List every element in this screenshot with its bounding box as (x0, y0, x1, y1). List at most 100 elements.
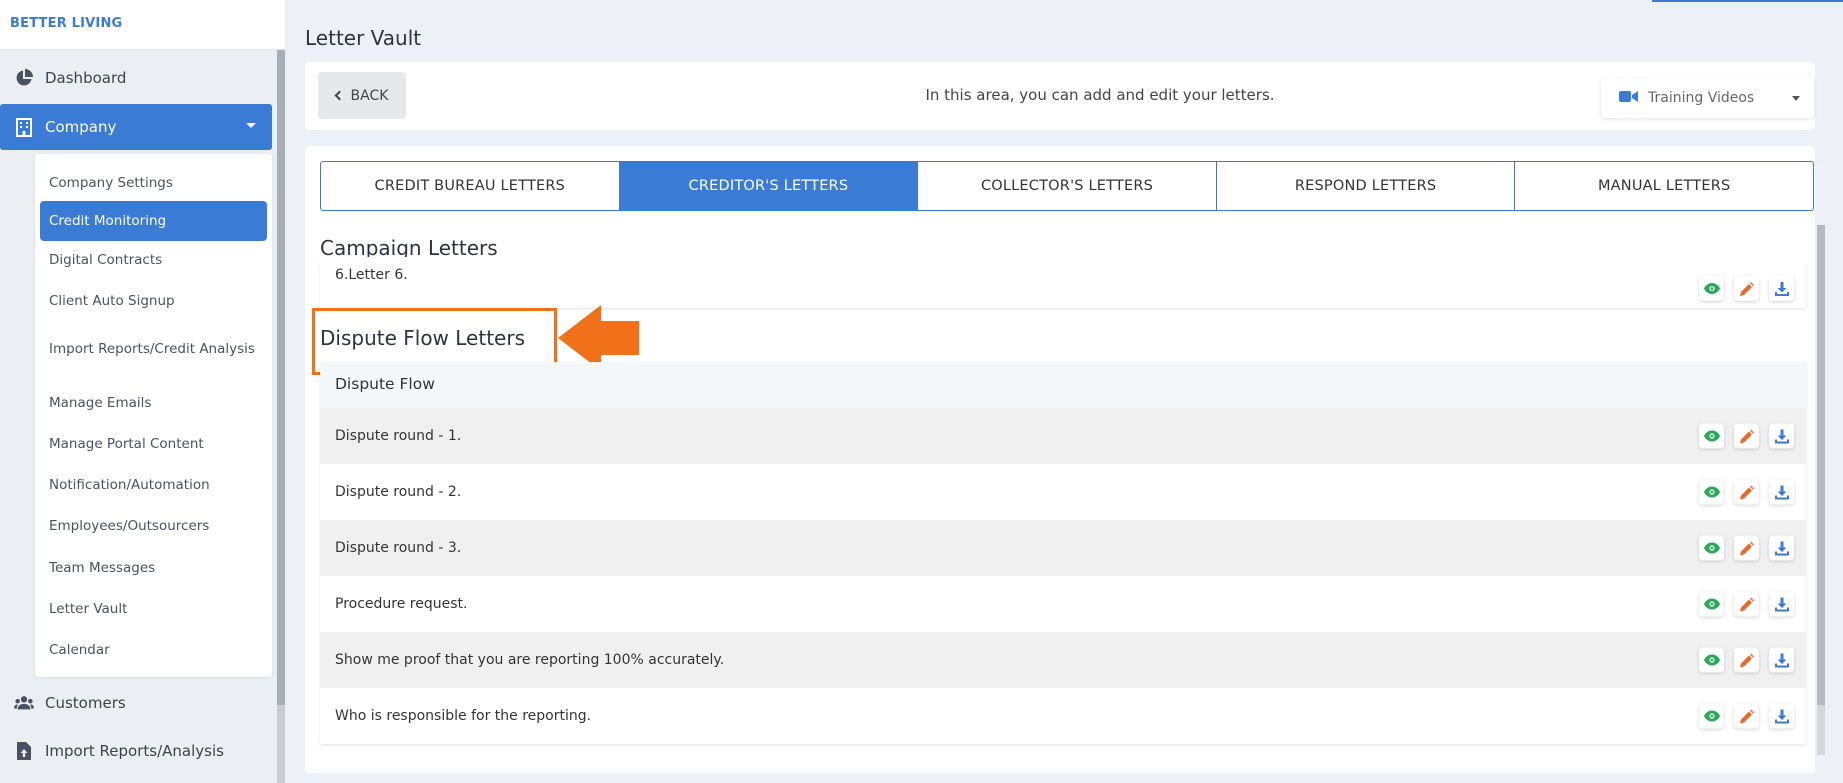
chevron-down-icon (246, 123, 256, 128)
edit-button[interactable] (1734, 535, 1759, 561)
edit-button[interactable] (1734, 479, 1759, 505)
sidebar-scrollbar[interactable] (277, 50, 285, 783)
download-icon (1774, 653, 1789, 667)
sidebar-item-customers[interactable]: Customers (0, 681, 272, 725)
tab-manual-letters[interactable]: MANUAL LETTERS (1515, 162, 1813, 210)
tab-collectors-letters[interactable]: COLLECTOR'S LETTERS (918, 162, 1217, 210)
letter-name: Dispute round - 2. (335, 484, 462, 500)
edit-button[interactable] (1734, 591, 1759, 617)
edit-button[interactable] (1734, 703, 1759, 729)
download-icon (1774, 597, 1789, 611)
tab-respond-letters[interactable]: RESPOND LETTERS (1217, 162, 1516, 210)
submenu-item-team-messages[interactable]: Team Messages (40, 551, 267, 585)
users-icon (14, 693, 34, 713)
training-videos-dropdown[interactable]: Training Videos (1601, 78, 1814, 118)
sidebar-item-company[interactable]: Company (0, 104, 272, 150)
letter-name: Procedure request. (335, 596, 468, 612)
submenu-item-calendar[interactable]: Calendar (40, 633, 267, 667)
view-button[interactable] (1699, 276, 1724, 301)
submenu-item-manage-emails[interactable]: Manage Emails (40, 386, 267, 420)
table-row: Procedure request. (320, 576, 1806, 632)
pencil-icon (1739, 653, 1754, 667)
view-button[interactable] (1699, 479, 1724, 505)
edit-button[interactable] (1734, 423, 1759, 449)
eye-icon (1703, 430, 1720, 442)
eye-icon (1703, 486, 1720, 498)
info-text: In this area, you can add and edit your … (925, 86, 1275, 104)
download-icon (1774, 281, 1789, 296)
chevron-down-icon (1792, 96, 1800, 101)
table-row: Dispute round - 3. (320, 520, 1806, 576)
table-row: Who is responsible for the reporting. (320, 688, 1806, 744)
submenu-item-credit-monitoring[interactable]: Credit Monitoring (40, 201, 267, 241)
view-button[interactable] (1699, 703, 1724, 729)
row-actions (1699, 423, 1794, 449)
letter-tabs: CREDIT BUREAU LETTERS CREDITOR'S LETTERS… (320, 161, 1814, 211)
sidebar: BETTER LIVING Dashboard Company Company … (0, 0, 285, 783)
back-button-label: BACK (350, 87, 389, 104)
sidebar-item-dashboard[interactable]: Dashboard (0, 56, 272, 100)
download-button[interactable] (1769, 276, 1794, 301)
download-button[interactable] (1769, 479, 1794, 505)
row-actions (1699, 647, 1794, 673)
company-submenu: Company Settings Credit Monitoring Digit… (35, 154, 272, 677)
letter-name: Who is responsible for the reporting. (335, 708, 592, 724)
submenu-item-letter-vault[interactable]: Letter Vault (40, 592, 267, 626)
sidebar-item-import-reports[interactable]: Import Reports/Analysis (0, 729, 272, 773)
row-actions (1699, 276, 1794, 301)
dispute-flow-letters-title: Dispute Flow Letters (320, 326, 525, 350)
content-scrollbar[interactable] (1817, 225, 1825, 755)
download-button[interactable] (1769, 591, 1794, 617)
content-scrollbar-thumb[interactable] (1817, 225, 1825, 705)
letter-name: Show me proof that you are reporting 100… (335, 652, 725, 668)
file-upload-icon (14, 741, 34, 761)
download-icon (1774, 709, 1789, 723)
group-header: Dispute Flow (320, 362, 1806, 408)
download-icon (1774, 429, 1789, 443)
sidebar-scrollbar-thumb[interactable] (277, 50, 285, 705)
tab-creditors-letters[interactable]: CREDITOR'S LETTERS (619, 162, 919, 210)
eye-icon (1703, 710, 1720, 722)
download-button[interactable] (1769, 423, 1794, 449)
view-button[interactable] (1699, 591, 1724, 617)
page-title: Letter Vault (305, 26, 422, 50)
pencil-icon (1739, 541, 1754, 555)
letter-name: 6.Letter 6. (335, 267, 408, 283)
submenu-item-notification-automation[interactable]: Notification/Automation (40, 468, 267, 502)
tab-credit-bureau-letters[interactable]: CREDIT BUREAU LETTERS (321, 162, 620, 210)
building-icon (14, 117, 34, 137)
row-actions (1699, 535, 1794, 561)
campaign-letters-list: 6.Letter 6. (320, 257, 1806, 308)
pie-chart-icon (14, 68, 34, 88)
edit-button[interactable] (1734, 647, 1759, 673)
letter-name: Dispute round - 3. (335, 540, 462, 556)
view-button[interactable] (1699, 647, 1724, 673)
download-button[interactable] (1769, 703, 1794, 729)
submenu-item-client-auto-signup[interactable]: Client Auto Signup (40, 284, 267, 318)
eye-icon (1703, 654, 1720, 666)
pencil-icon (1739, 429, 1754, 443)
edit-button[interactable] (1734, 276, 1759, 301)
sidebar-item-label: Dashboard (45, 69, 127, 87)
download-button[interactable] (1769, 535, 1794, 561)
sidebar-item-label: Customers (45, 694, 126, 712)
pencil-icon (1739, 281, 1754, 296)
letter-name: Dispute round - 1. (335, 428, 462, 444)
submenu-item-employees-outsourcers[interactable]: Employees/Outsourcers (40, 509, 267, 543)
eye-icon (1703, 598, 1720, 610)
download-button[interactable] (1769, 647, 1794, 673)
training-videos-label: Training Videos (1648, 90, 1755, 106)
row-actions (1699, 479, 1794, 505)
submenu-item-import-reports[interactable]: Import Reports/Credit Analysis (40, 328, 267, 370)
sidebar-item-label: Import Reports/Analysis (45, 742, 224, 760)
submenu-item-manage-portal-content[interactable]: Manage Portal Content (40, 427, 267, 461)
table-row: Dispute round - 2. (320, 464, 1806, 520)
pencil-icon (1739, 597, 1754, 611)
view-button[interactable] (1699, 535, 1724, 561)
submenu-item-digital-contracts[interactable]: Digital Contracts (40, 243, 267, 277)
brand-logo[interactable]: BETTER LIVING (10, 16, 122, 31)
submenu-item-company-settings[interactable]: Company Settings (40, 166, 267, 200)
back-button[interactable]: BACK (318, 72, 406, 119)
download-icon (1774, 485, 1789, 499)
view-button[interactable] (1699, 423, 1724, 449)
